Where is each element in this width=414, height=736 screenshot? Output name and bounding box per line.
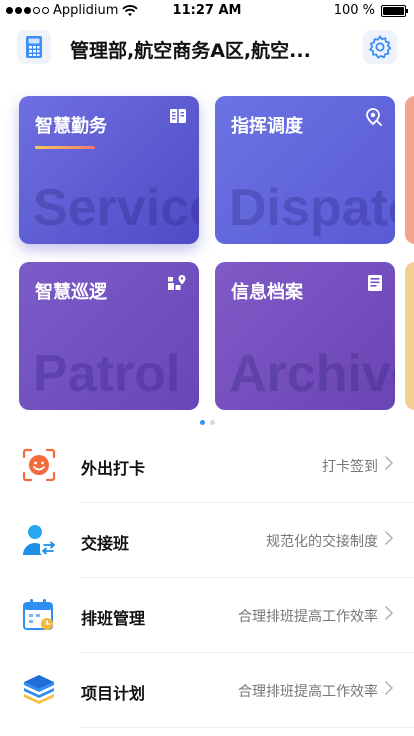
card-title: 智慧巡逻: [35, 282, 107, 303]
chevron-right-icon: [385, 456, 393, 470]
list-item-desc: 合理排班提高工作效率: [238, 609, 378, 625]
list-item-label: 排班管理: [81, 609, 146, 628]
battery-icon: [381, 4, 408, 17]
list-item-desc: 规范化的交接制度: [266, 534, 378, 550]
pager-dot-active[interactable]: [199, 420, 205, 425]
card-active-indicator: [35, 146, 95, 149]
card-watermark: Patrol: [33, 345, 181, 403]
feature-carousel[interactable]: 智慧勤务 Service 指挥调度 Dispatch 智慧巡逻 Patrol: [0, 88, 414, 428]
card-peek[interactable]: [405, 262, 414, 410]
list-item-label: 外出打卡: [81, 459, 146, 478]
card-watermark: Archive: [229, 345, 395, 403]
list-icon: [18, 669, 60, 711]
card-smart-duty[interactable]: 智慧勤务 Service: [19, 96, 199, 244]
list-item-shift-handover[interactable]: 交接班 规范化的交接制度: [0, 503, 414, 578]
settings-button[interactable]: [363, 30, 397, 64]
list-icon: [18, 519, 60, 561]
card-title: 指挥调度: [231, 116, 303, 137]
card-title: 智慧勤务: [35, 116, 107, 137]
location-pin-icon: [366, 108, 382, 126]
list-item-desc: 合理排班提高工作效率: [238, 684, 378, 700]
carousel-pager: [0, 420, 414, 425]
chevron-right-icon: [385, 606, 393, 620]
chevron-right-icon: [385, 681, 393, 695]
map-route-icon: [168, 275, 186, 290]
face-clock-icon: [22, 448, 56, 482]
card-watermark: Service: [33, 179, 199, 237]
calendar-icon: [23, 599, 53, 630]
chevron-right-icon: [385, 531, 393, 545]
card-info-archive[interactable]: 信息档案 Archive: [215, 262, 395, 410]
handbook-icon: [170, 109, 186, 123]
list-item-desc: 打卡签到: [322, 459, 378, 475]
list-item-clock-in[interactable]: 外出打卡 打卡签到: [0, 428, 414, 503]
battery-percent: 100 %: [333, 3, 375, 18]
gear-icon: [369, 35, 392, 59]
card-smart-patrol[interactable]: 智慧巡逻 Patrol: [19, 262, 199, 410]
user-handover-icon: [23, 525, 57, 555]
card-peek[interactable]: [405, 96, 414, 244]
list-item-label: 项目计划: [81, 684, 146, 703]
page-title[interactable]: 管理部,航空商务A区,航空...: [70, 36, 340, 63]
phone-keypad-icon: [26, 36, 42, 58]
document-icon: [368, 275, 382, 291]
pager-dot[interactable]: [209, 420, 215, 425]
feature-list: 外出打卡 打卡签到 交接班 规范化的交接制度 排班管理 合理排班提高工作效率 项…: [0, 428, 414, 728]
status-right: 100 %: [333, 3, 408, 18]
card-command-dispatch[interactable]: 指挥调度 Dispatch: [215, 96, 395, 244]
app-header: 管理部,航空商务A区,航空...: [0, 22, 414, 76]
list-item-label: 交接班: [81, 534, 130, 553]
battery-fill: [383, 6, 404, 15]
list-item-scheduling[interactable]: 排班管理 合理排班提高工作效率: [0, 578, 414, 653]
org-switch-button[interactable]: [17, 30, 51, 64]
list-icon: [18, 594, 60, 636]
layers-icon: [24, 675, 54, 704]
list-item-project-plan[interactable]: 项目计划 合理排班提高工作效率: [0, 653, 414, 728]
card-title: 信息档案: [231, 282, 303, 303]
card-watermark: Dispatch: [229, 179, 395, 237]
list-icon: [18, 444, 60, 486]
status-bar: Applidium 11:27 AM 100 %: [0, 0, 414, 22]
